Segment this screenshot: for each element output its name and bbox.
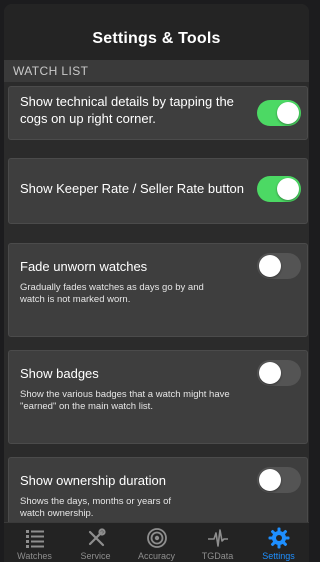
setting-title: Show ownership duration xyxy=(20,473,166,488)
setting-ownership-duration: Show ownership duration Shows the days, … xyxy=(8,457,308,522)
fade-unworn-toggle[interactable] xyxy=(257,253,301,279)
tab-service[interactable]: Service xyxy=(65,523,126,562)
setting-description: Show the various badges that a watch mig… xyxy=(20,389,230,412)
settings-window: Settings & Tools WATCH LIST Show technic… xyxy=(4,4,309,562)
tab-accuracy[interactable]: Accuracy xyxy=(126,523,187,562)
setting-description: Gradually fades watches as days go by an… xyxy=(20,282,204,305)
setting-title: Show badges xyxy=(20,366,99,381)
show-badges-toggle[interactable] xyxy=(257,360,301,386)
setting-fade-unworn: Fade unworn watches Gradually fades watc… xyxy=(8,243,308,337)
setting-technical-details: Show technical details by tapping the co… xyxy=(8,86,308,140)
tab-watches[interactable]: Watches xyxy=(4,523,65,562)
toggle-knob xyxy=(259,362,281,384)
tab-label: Accuracy xyxy=(137,551,175,561)
setting-description: Shows the days, months or years of watch… xyxy=(20,496,172,519)
tab-label: Service xyxy=(80,551,111,561)
toggle-knob xyxy=(277,178,299,200)
gear-icon xyxy=(268,527,289,549)
page-title: Settings & Tools xyxy=(92,30,221,47)
setting-keeper-rate: Show Keeper Rate / Seller Rate button xyxy=(8,158,308,224)
setting-title: Show Keeper Rate / Seller Rate button xyxy=(20,181,245,196)
ownership-duration-toggle[interactable] xyxy=(257,467,301,493)
keeper-rate-toggle[interactable] xyxy=(257,176,301,202)
toggle-knob xyxy=(259,255,281,277)
tab-label: Watches xyxy=(17,551,52,561)
setting-show-badges: Show badges Show the various badges that… xyxy=(8,350,308,444)
tab-label: TGData xyxy=(201,551,234,561)
toggle-knob xyxy=(277,102,299,124)
toggle-knob xyxy=(259,469,281,491)
tab-bar: Watches Service Accuracy TGData Settings xyxy=(4,522,309,562)
waveform-icon xyxy=(207,529,228,547)
list-icon xyxy=(25,530,44,548)
setting-title: Show technical details by tapping the co… xyxy=(20,94,234,126)
setting-title: Fade unworn watches xyxy=(20,259,148,274)
section-header-watch-list: WATCH LIST xyxy=(4,60,309,82)
tab-label: Settings xyxy=(262,551,295,561)
target-icon xyxy=(146,528,167,548)
technical-details-toggle[interactable] xyxy=(257,100,301,126)
tab-settings[interactable]: Settings xyxy=(248,523,309,562)
nav-bar: Settings & Tools xyxy=(4,4,309,60)
settings-list[interactable]: WATCH LIST Show technical details by tap… xyxy=(4,60,309,522)
tools-icon xyxy=(88,528,106,547)
tab-tgdata[interactable]: TGData xyxy=(187,523,248,562)
